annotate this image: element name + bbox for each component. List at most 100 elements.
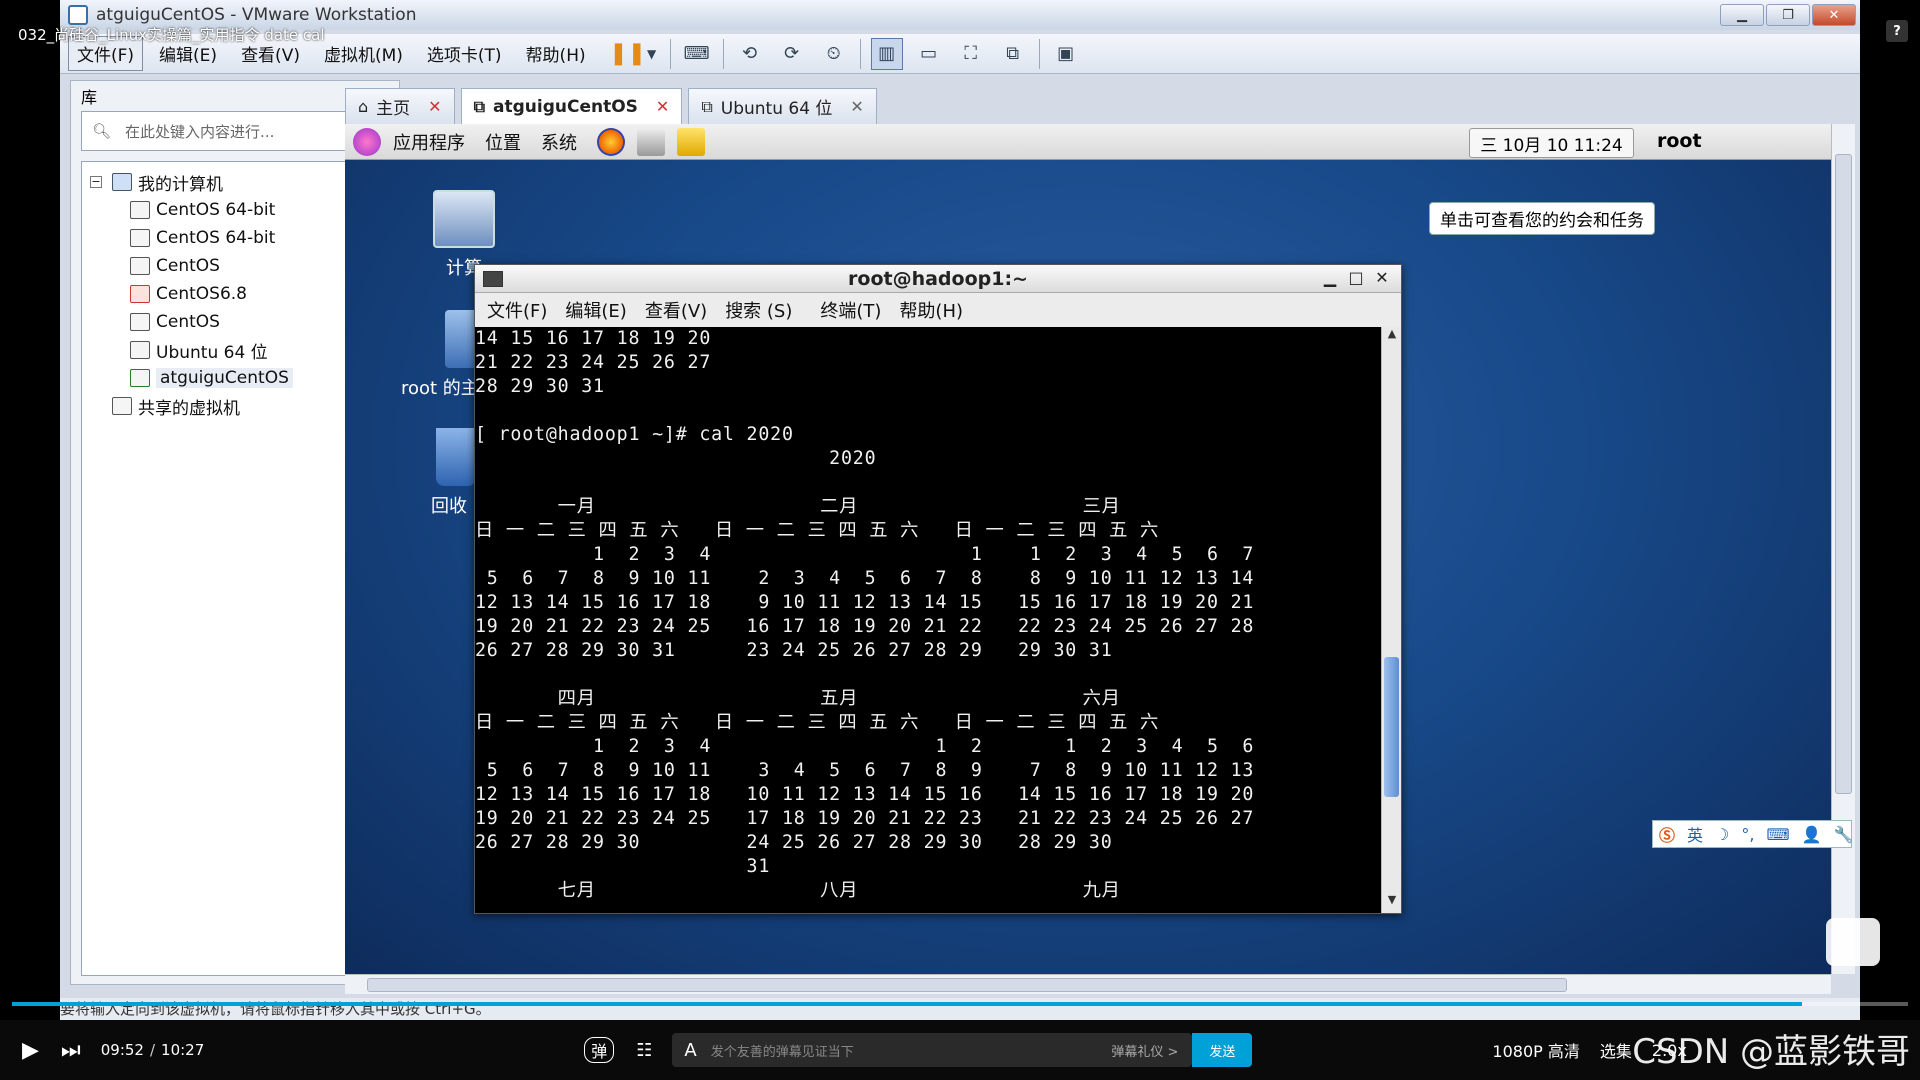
- gnome-top-panel: 应用程序 位置 系统 三 10月 10 11:24 root: [345, 124, 1831, 160]
- terminal-menu-file[interactable]: 文件(F): [487, 297, 547, 323]
- panel-clock[interactable]: 三 10月 10 11:24: [1469, 128, 1634, 158]
- console-horizontal-scrollbar[interactable]: [345, 974, 1831, 994]
- scroll-up-icon[interactable]: ▲: [1382, 327, 1402, 345]
- danmaku-style-icon[interactable]: A: [684, 1040, 696, 1061]
- pause-icon[interactable]: ❚❚: [609, 38, 646, 70]
- tab-atguigucentos[interactable]: ⧉ atguiguCentOS ✕: [460, 88, 683, 124]
- menu-applications[interactable]: 应用程序: [393, 129, 465, 155]
- terminal-menu-search[interactable]: 搜索 (S): [725, 297, 792, 323]
- tree-item-label: 我的计算机: [138, 174, 223, 195]
- time-total: 10:27: [161, 1041, 205, 1059]
- terminal-menu-help[interactable]: 帮助(H): [899, 297, 963, 323]
- notes-icon[interactable]: [677, 127, 705, 156]
- terminal-menu-view[interactable]: 查看(V): [645, 297, 707, 323]
- maximize-icon[interactable]: □: [1345, 268, 1367, 287]
- tv-icon[interactable]: [1826, 918, 1880, 966]
- close-tab-icon[interactable]: ✕: [656, 97, 669, 116]
- close-button[interactable]: ✕: [1812, 4, 1856, 26]
- help-icon[interactable]: ?: [1886, 20, 1908, 42]
- fullscreen-icon[interactable]: ⛶: [955, 38, 987, 70]
- toolbar-divider: [669, 38, 671, 69]
- tree-item-label: CentOS 64-bit: [156, 200, 276, 220]
- episodes-button[interactable]: 选集: [1600, 1038, 1632, 1062]
- console-vscroll-thumb[interactable]: [1835, 154, 1852, 794]
- minimize-icon[interactable]: ▁: [1319, 268, 1341, 287]
- vm-icon: [130, 257, 150, 275]
- library-search-input[interactable]: 在此处键入内容进行...: [125, 121, 375, 142]
- toolbar-divider: [1038, 38, 1040, 69]
- scroll-down-icon[interactable]: ▼: [1382, 893, 1402, 911]
- ime-halfwidth-icon[interactable]: ☽: [1715, 825, 1729, 844]
- send-button[interactable]: 发送: [1192, 1033, 1253, 1067]
- tab-ubuntu[interactable]: ⧉ Ubuntu 64 位 ✕: [688, 88, 877, 124]
- danmaku-toggle-icon[interactable]: 弹: [584, 1037, 615, 1063]
- menu-system[interactable]: 系统: [541, 129, 577, 155]
- danmaku-input[interactable]: A 发个友善的弹幕见证当下 弹幕礼仪 >: [672, 1033, 1193, 1067]
- close-tab-icon[interactable]: ✕: [428, 97, 441, 116]
- collapse-icon[interactable]: −: [90, 176, 102, 188]
- minimize-button[interactable]: ▁: [1720, 4, 1764, 26]
- snapshot-revert-icon[interactable]: ⟳: [776, 38, 808, 70]
- next-icon[interactable]: ⏭: [61, 1038, 81, 1063]
- terminal-screen[interactable]: 14 15 16 17 18 19 20 21 22 23 24 25 26 2…: [475, 327, 1381, 913]
- terminal-menu-terminal[interactable]: 终端(T): [820, 297, 881, 323]
- ime-settings-icon[interactable]: 🔧: [1833, 825, 1853, 844]
- thumbnail-bar-icon[interactable]: ▭: [913, 38, 945, 70]
- mail-icon[interactable]: [637, 127, 665, 156]
- restore-icon: ❐: [1782, 7, 1794, 23]
- send-keys-icon[interactable]: ⌨: [681, 38, 713, 70]
- toolbar-divider: [859, 38, 861, 69]
- tab-home[interactable]: ⌂ 主页 ✕: [345, 88, 455, 124]
- ime-punct-icon[interactable]: °,: [1741, 825, 1754, 844]
- ime-keyboard-icon[interactable]: ⌨: [1766, 825, 1789, 844]
- ime-lang-toggle[interactable]: 英: [1687, 822, 1703, 846]
- quality-selector[interactable]: 1080P 高清: [1492, 1038, 1579, 1062]
- terminal-menu-edit[interactable]: 编辑(E): [565, 297, 626, 323]
- danmaku-placeholder: 发个友善的弹幕见证当下: [710, 1044, 854, 1060]
- terminal-scrollbar[interactable]: ▲ ▼: [1381, 327, 1401, 913]
- tree-item-label: atguiguCentOS: [156, 368, 293, 388]
- terminal-window[interactable]: root@hadoop1:~ ▁ □ ✕ 文件(F) 编辑(E) 查看(V) 搜…: [474, 264, 1402, 914]
- tree-item-label: Ubuntu 64 位: [156, 342, 268, 363]
- console-hscroll-thumb[interactable]: [367, 978, 1567, 992]
- terminal-titlebar[interactable]: root@hadoop1:~ ▁ □ ✕: [475, 265, 1401, 293]
- firefox-icon[interactable]: [597, 127, 625, 156]
- vm-running-icon: [130, 369, 150, 387]
- console-view-icon[interactable]: ▣: [1050, 38, 1082, 70]
- menu-vm[interactable]: 虚拟机(M): [316, 37, 411, 70]
- chevron-down-icon[interactable]: ▼: [644, 38, 660, 70]
- vm-error-icon: [130, 285, 150, 303]
- tree-item-label: CentOS6.8: [156, 284, 247, 304]
- danmaku-etiquette-link[interactable]: 弹幕礼仪 >: [1111, 1041, 1178, 1060]
- csdn-watermark: CSDN @蓝影铁哥: [1632, 1032, 1910, 1072]
- guest-screen[interactable]: 应用程序 位置 系统 三 10月 10 11:24 root 单击可查看您的约会…: [345, 124, 1831, 974]
- play-icon[interactable]: ▶: [22, 1038, 39, 1063]
- trash-icon: [436, 428, 476, 486]
- snapshot-take-icon[interactable]: ⟲: [734, 38, 766, 70]
- video-progress-bar[interactable]: [12, 1002, 1908, 1006]
- ime-toolbar: Ⓢ 英 ☽ °, ⌨ 👤 🔧: [1652, 820, 1853, 848]
- vm-icon: [130, 229, 150, 247]
- sogou-logo-icon: Ⓢ: [1659, 826, 1676, 845]
- menu-help[interactable]: 帮助(H): [518, 37, 594, 70]
- close-tab-icon[interactable]: ✕: [850, 97, 863, 116]
- unity-icon[interactable]: ⧉: [997, 38, 1029, 70]
- ime-user-icon[interactable]: 👤: [1802, 825, 1822, 844]
- vmware-app-icon: [68, 5, 88, 25]
- close-icon[interactable]: ✕: [1371, 268, 1393, 287]
- minimize-icon: ▁: [1737, 7, 1747, 23]
- terminal-menubar: 文件(F) 编辑(E) 查看(V) 搜索 (S) 终端(T) 帮助(H): [475, 293, 1401, 327]
- maximize-button[interactable]: ❐: [1766, 4, 1810, 26]
- show-library-icon[interactable]: ▥: [870, 37, 903, 70]
- terminal-scroll-thumb[interactable]: [1384, 657, 1399, 797]
- vm-icon: [130, 341, 150, 359]
- menu-places[interactable]: 位置: [485, 129, 521, 155]
- menu-tabs[interactable]: 选项卡(T): [419, 37, 510, 70]
- video-title: 032_尚硅谷_Linux实操篇_实用指令 date cal: [18, 26, 325, 44]
- shared-vm-icon: [112, 397, 132, 415]
- panel-user[interactable]: root: [1657, 130, 1702, 152]
- danmaku-settings-icon[interactable]: ☷: [636, 1040, 652, 1061]
- vm-icon: [130, 313, 150, 331]
- tab-label: Ubuntu 64 位: [720, 99, 833, 119]
- snapshot-manager-icon[interactable]: ⏲: [818, 38, 850, 70]
